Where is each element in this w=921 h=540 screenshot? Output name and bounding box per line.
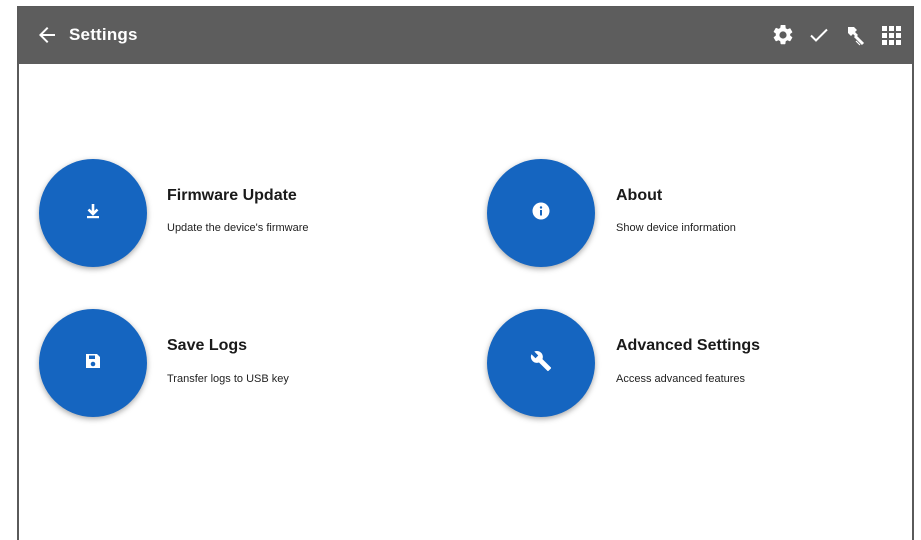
save-logs-button[interactable] (39, 309, 147, 417)
advanced-settings-subtitle: Access advanced features (616, 373, 746, 385)
checkmark-icon[interactable] (806, 22, 832, 48)
save-icon (83, 351, 103, 376)
save-logs-subtitle: Transfer logs to USB key (167, 373, 289, 385)
about-title: About (616, 187, 663, 204)
gear-icon[interactable] (770, 22, 796, 48)
about-button[interactable] (487, 159, 595, 267)
wrench-icon (530, 350, 552, 377)
advanced-settings-title: Advanced Settings (616, 337, 761, 354)
firmware-update-subtitle: Update the device's firmware (167, 222, 309, 234)
page-title: Settings (69, 25, 138, 44)
grid-icon[interactable] (878, 22, 904, 48)
download-icon (83, 201, 103, 226)
firmware-update-title: Firmware Update (167, 187, 297, 204)
device-frame: Settings Firmware Update Update the devi… (17, 6, 914, 540)
about-subtitle: Show device information (616, 222, 736, 234)
top-app-bar: Settings (19, 7, 912, 64)
arrow-left-icon[interactable] (35, 23, 59, 47)
firmware-update-button[interactable] (39, 159, 147, 267)
save-logs-title: Save Logs (167, 337, 248, 354)
screen: Settings Firmware Update Update the devi… (0, 0, 921, 540)
toolbar-actions (770, 22, 904, 48)
info-icon (531, 201, 551, 226)
advanced-settings-button[interactable] (487, 309, 595, 417)
hammer-icon[interactable] (842, 22, 868, 48)
